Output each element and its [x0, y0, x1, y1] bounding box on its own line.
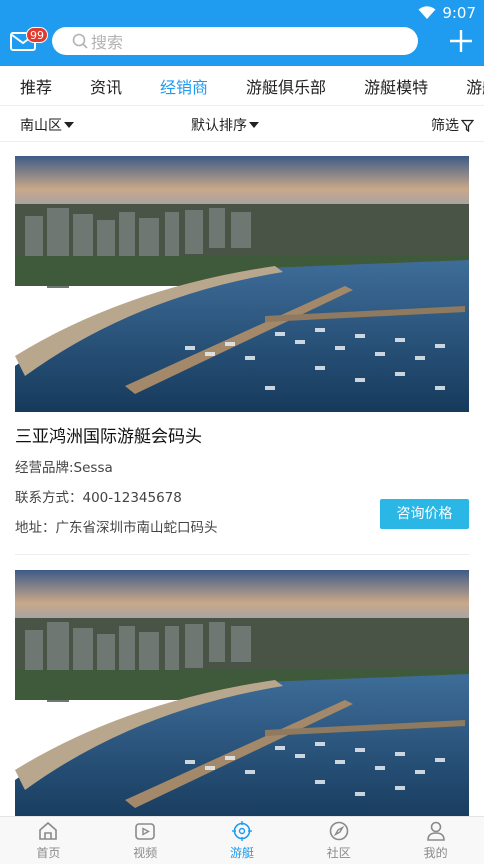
home-icon	[39, 821, 58, 840]
nav-home-label: 首页	[36, 846, 61, 860]
tab-recommend[interactable]: 推荐	[20, 74, 52, 98]
search-icon	[72, 33, 88, 49]
nav-video-label: 视频	[133, 846, 158, 860]
inquire-price-button[interactable]: 咨询价格	[380, 499, 469, 529]
card-divider	[15, 554, 469, 555]
wifi-icon	[418, 6, 436, 19]
dealer-title: 三亚鸿洲国际游艇会码头	[15, 427, 202, 447]
compass-icon	[329, 821, 349, 841]
dealer-brand: 经营品牌:Sessa	[15, 460, 113, 476]
filter-bar: 南山区 默认排序 筛选	[0, 106, 484, 142]
nav-community[interactable]: 社区	[290, 817, 387, 864]
funnel-icon	[461, 119, 474, 132]
add-icon[interactable]	[448, 28, 474, 54]
yacht-wheel-icon	[231, 821, 252, 841]
status-time: 9:07	[442, 4, 476, 22]
bottom-nav: 首页 视频 游艇 社区 我的	[0, 816, 484, 864]
nav-yacht[interactable]: 游艇	[194, 817, 291, 864]
tab-yacht-club[interactable]: 游艇俱乐部	[246, 74, 326, 98]
tab-yacht-models[interactable]: 游艇模特	[364, 74, 428, 98]
nav-video[interactable]: 视频	[97, 817, 194, 864]
tab-yacht[interactable]: 游艇	[466, 74, 484, 98]
nav-profile[interactable]: 我的	[387, 817, 484, 864]
region-filter[interactable]: 南山区	[20, 115, 74, 135]
message-count-badge: 99	[26, 27, 48, 43]
top-header: 9:07 99 搜索	[0, 0, 484, 66]
tab-news[interactable]: 资讯	[90, 74, 122, 98]
dealer-phone: 联系方式：400-12345678	[15, 490, 182, 506]
status-bar: 9:07	[418, 2, 476, 24]
nav-yacht-label: 游艇	[229, 846, 254, 860]
marina-photo	[15, 570, 469, 816]
user-icon	[426, 821, 445, 841]
sort-filter[interactable]: 默认排序	[191, 115, 259, 135]
dealer-address: 地址：广东省深圳市南山蛇口码头	[15, 520, 218, 536]
filter-button[interactable]: 筛选	[431, 115, 474, 135]
chevron-down-icon	[64, 122, 74, 128]
video-icon	[135, 823, 155, 840]
dealer-card[interactable]	[15, 570, 469, 816]
tab-dealers[interactable]: 经销商	[160, 74, 208, 98]
chevron-down-icon	[249, 122, 259, 128]
nav-profile-label: 我的	[423, 846, 448, 860]
dealer-card[interactable]: 三亚鸿洲国际游艇会码头 经营品牌:Sessa 联系方式：400-12345678…	[15, 156, 469, 536]
category-tabs: 推荐 资讯 经销商 游艇俱乐部 游艇模特 游艇	[0, 66, 484, 106]
filter-label: 筛选	[431, 118, 459, 134]
search-input[interactable]: 搜索	[52, 27, 418, 55]
nav-home[interactable]: 首页	[0, 817, 97, 864]
search-placeholder: 搜索	[91, 33, 124, 52]
marina-photo	[15, 156, 469, 412]
region-label: 南山区	[20, 118, 62, 134]
nav-community-label: 社区	[326, 846, 351, 860]
sort-label: 默认排序	[191, 118, 247, 134]
